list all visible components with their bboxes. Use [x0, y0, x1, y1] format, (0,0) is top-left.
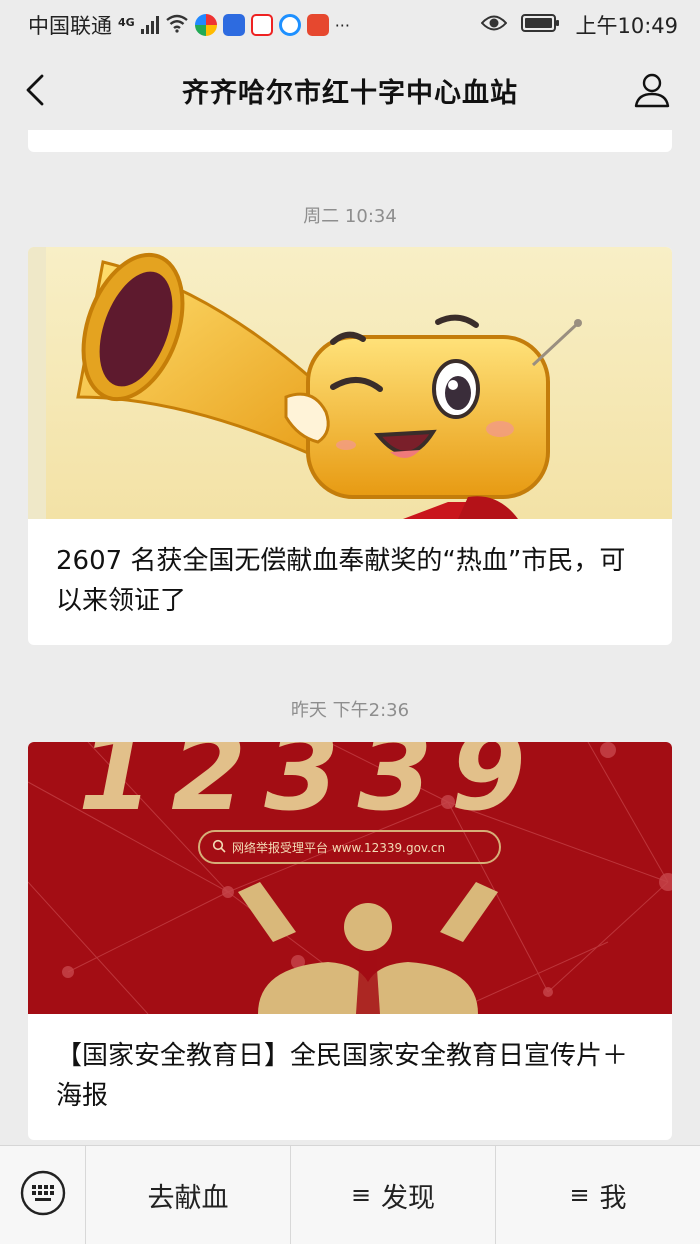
article-title[interactable]: 2607 名获全国无偿献血奉献奖的“热血”市民，可以来领证了 — [28, 519, 672, 621]
article-cover-security-poster[interactable]: 12339 网络举报受理平台 www.12339.gov.cn — [28, 742, 672, 1014]
menu-item-label: 发现 — [381, 1182, 436, 1214]
eye-icon — [481, 13, 508, 37]
message-timestamp: 周二 10:34 — [303, 206, 397, 227]
network-type: 4G — [118, 16, 135, 29]
submenu-lines-icon: ≡ — [569, 1181, 590, 1209]
keyboard-toggle-button[interactable] — [0, 1145, 86, 1244]
wifi-icon — [165, 13, 189, 38]
menu-item-donate-blood[interactable]: 去献血 — [86, 1146, 290, 1244]
carrier-name: 中国联通 — [28, 14, 112, 38]
listen-app-icon — [306, 14, 329, 36]
clock: 上午10:49 — [575, 14, 678, 38]
signal-icon — [140, 16, 159, 34]
page-title: 齐齐哈尔市红十字中心血站 — [182, 77, 518, 109]
status-bar: 中国联通 4G ··· 上午10:49 — [0, 0, 700, 50]
menu-item-label: 去献血 — [147, 1182, 229, 1214]
user-profile-icon[interactable] — [632, 70, 672, 110]
menu-item-discover[interactable]: ≡ 发现 — [290, 1145, 495, 1244]
app-icon-1 — [194, 14, 217, 36]
menu-item-me[interactable]: ≡ 我 — [495, 1145, 700, 1244]
video-app-icon — [250, 14, 273, 36]
article-card[interactable]: 2607 名获全国无偿献血奉献奖的“热血”市民，可以来领证了 — [28, 247, 672, 645]
hotline-number: 12339 — [78, 742, 544, 835]
keyboard-icon — [19, 1169, 67, 1221]
battery-icon — [521, 13, 561, 38]
back-arrow-icon[interactable] — [20, 70, 60, 110]
message-timestamp: 昨天 下午2:36 — [290, 700, 410, 721]
article-cover-megaphone-mascot[interactable] — [28, 247, 672, 519]
message-feed[interactable]: 周二 10:34 2607 名获全国无偿献血奉献奖的“热血”市民，可以来领证了 … — [0, 130, 700, 1145]
nav-bar: 齐齐哈尔市红十字中心血站 — [0, 50, 700, 130]
baidu-icon — [222, 14, 245, 36]
article-title[interactable]: 【国家安全教育日】全民国家安全教育日宣传片＋海报 — [28, 1014, 672, 1116]
report-platform-pill: 网络举报受理平台 www.12339.gov.cn — [198, 830, 501, 864]
more-notifications: ··· — [334, 15, 350, 35]
browser-icon — [278, 14, 301, 36]
article-card[interactable]: 12339 网络举报受理平台 www.12339.gov.cn 【国家安全教育日… — [28, 742, 672, 1140]
previous-article-card[interactable] — [28, 130, 672, 152]
platform-text: 网络举报受理平台 www.12339.gov.cn — [232, 840, 446, 855]
status-left: 中国联通 4G ··· — [28, 10, 350, 40]
bottom-menu-bar: 去献血 ≡ 发现 ≡ 我 — [0, 1145, 700, 1244]
menu-item-label: 我 — [599, 1182, 627, 1214]
submenu-lines-icon: ≡ — [350, 1181, 372, 1209]
search-icon — [212, 839, 226, 856]
status-right: 上午10:49 — [481, 10, 678, 40]
